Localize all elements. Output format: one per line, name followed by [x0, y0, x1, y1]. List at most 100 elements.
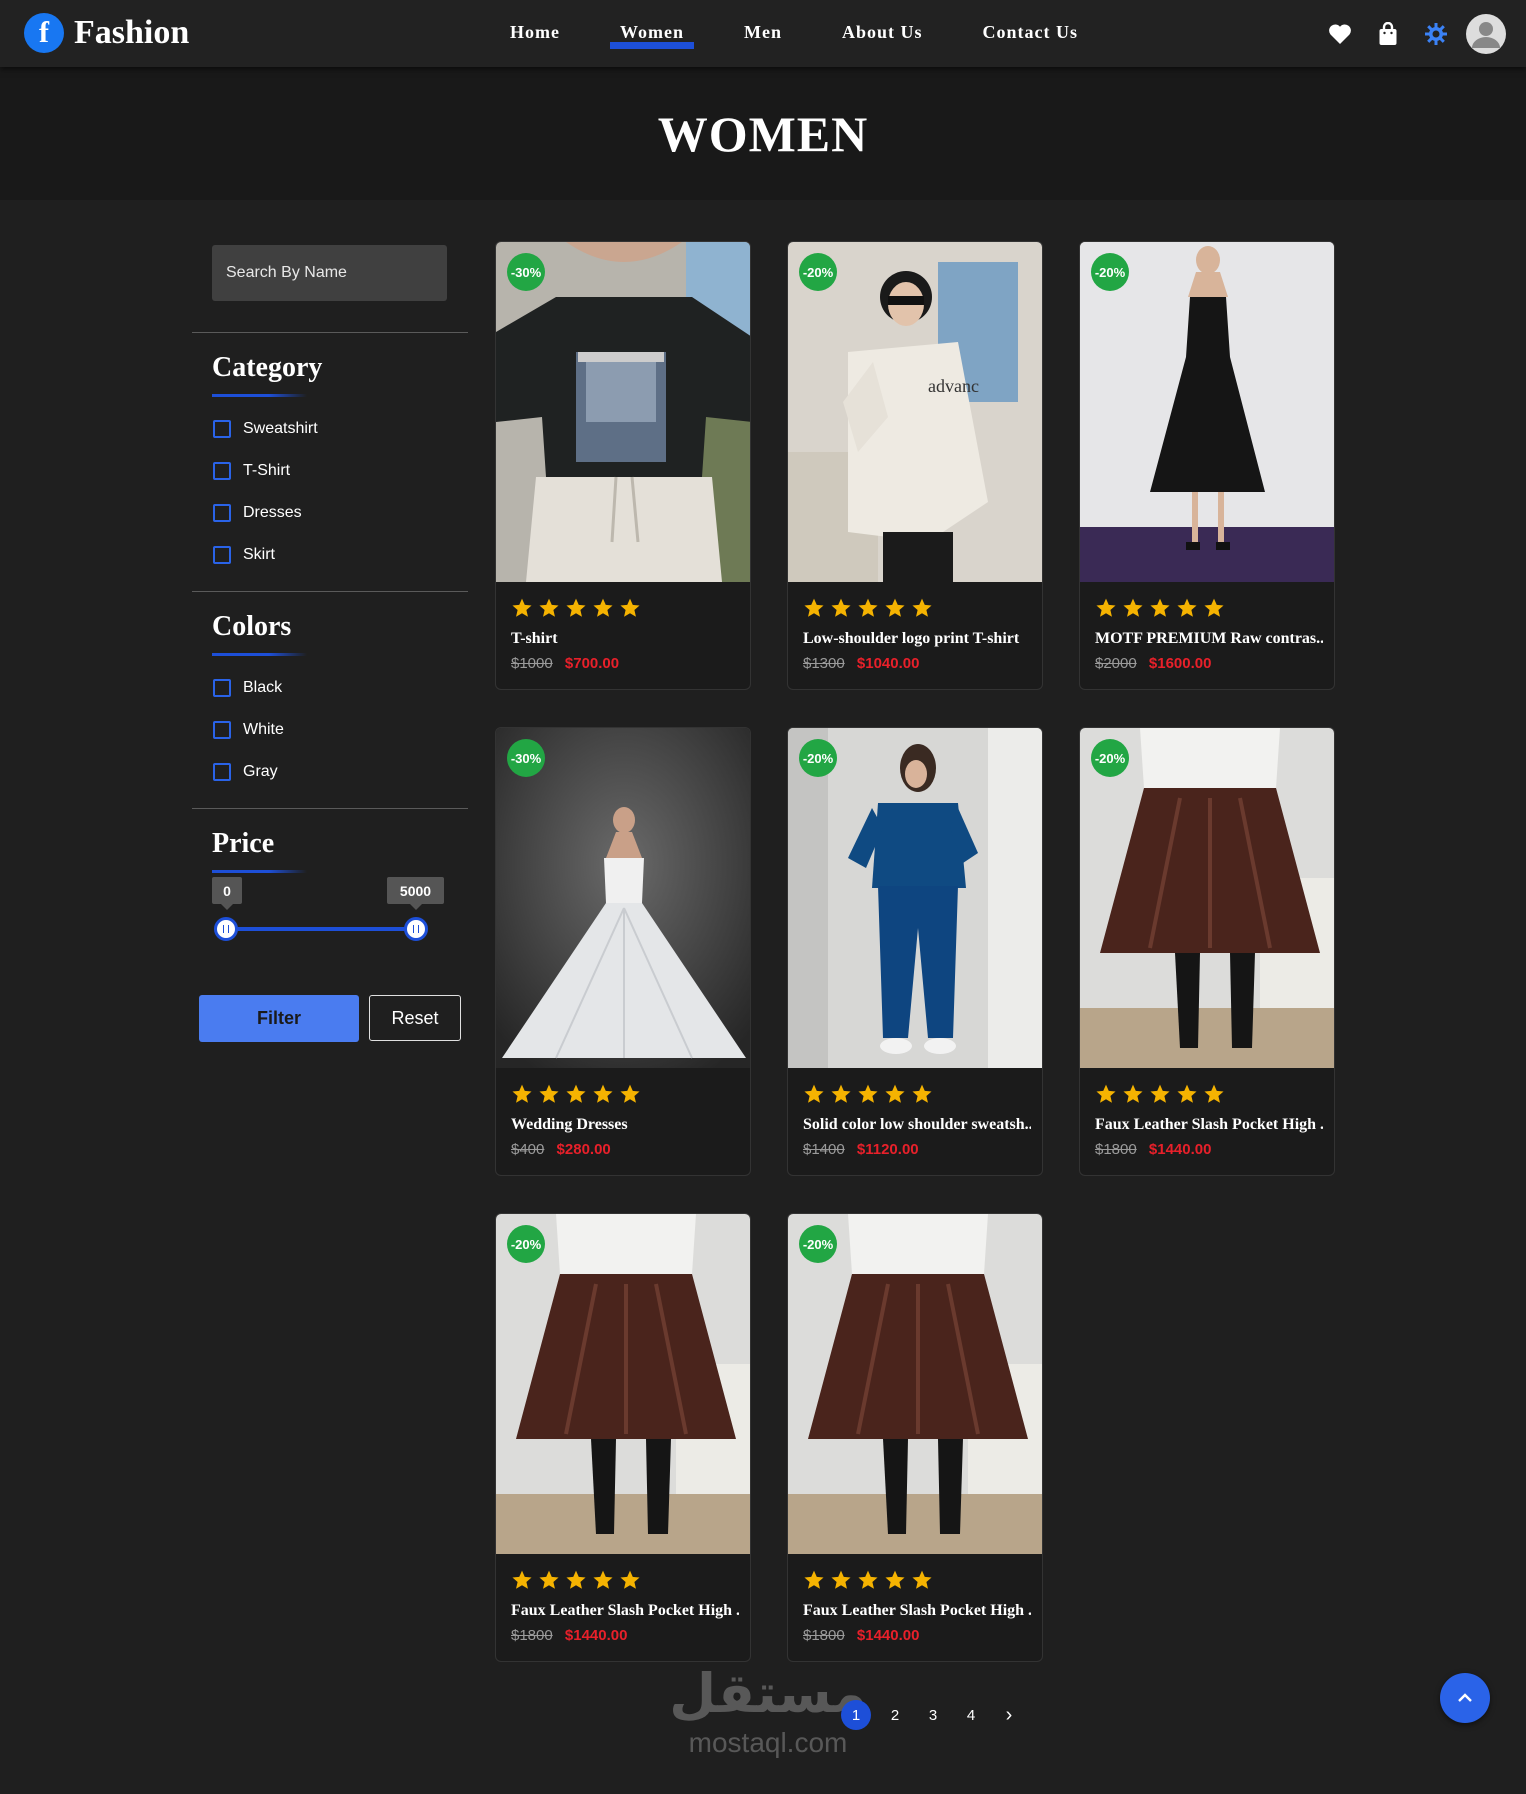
rating-stars	[511, 1569, 646, 1596]
color-option-gray[interactable]: Gray	[213, 763, 278, 781]
price-slider-track[interactable]	[226, 927, 416, 931]
product-name[interactable]: Faux Leather Slash Pocket High ...	[803, 1602, 1031, 1620]
product-card[interactable]: -20% Faux Leather Slash Pocket High ... …	[787, 1213, 1043, 1662]
category-option-skirt[interactable]: Skirt	[213, 546, 275, 564]
discount-badge: -20%	[799, 253, 837, 291]
star-icon	[565, 1569, 592, 1596]
price-max-tooltip: 5000	[387, 877, 444, 910]
nav-about-us[interactable]: About Us	[832, 20, 933, 45]
star-icon	[592, 1083, 619, 1110]
nav-women[interactable]: Women	[609, 20, 695, 49]
category-option-dresses[interactable]: Dresses	[213, 504, 302, 522]
product-image[interactable]: -20%	[788, 728, 1042, 1068]
checkbox[interactable]	[213, 546, 231, 564]
star-icon	[592, 597, 619, 624]
star-icon	[857, 597, 884, 624]
star-icon	[1176, 1083, 1203, 1110]
nav-home[interactable]: Home	[500, 20, 570, 45]
product-image[interactable]: -20%	[788, 1214, 1042, 1554]
product-name[interactable]: T-shirt	[511, 630, 739, 648]
checkbox[interactable]	[213, 462, 231, 480]
shopping-bag-icon[interactable]	[1368, 14, 1408, 54]
product-image[interactable]: -20%	[496, 1214, 750, 1554]
chevron-up-icon	[1458, 1693, 1472, 1702]
category-option-sweatshirt[interactable]: Sweatshirt	[213, 420, 318, 438]
product-card[interactable]: -30% T-shirt $1000 $700.00	[495, 241, 751, 690]
brand-logo[interactable]: f Fashion	[24, 13, 189, 53]
category-option-tshirt[interactable]: T-Shirt	[213, 462, 290, 480]
old-price: $2000	[1095, 655, 1137, 672]
next-page-chevron-icon[interactable]: ›	[994, 1700, 1024, 1730]
page-4[interactable]: 4	[956, 1700, 986, 1730]
star-icon	[803, 1569, 830, 1596]
product-card[interactable]: -20% Solid color low shoulder sweatsh...…	[787, 727, 1043, 1176]
reset-button[interactable]: Reset	[369, 995, 461, 1041]
sale-price: $1440.00	[1148, 1141, 1212, 1158]
discount-badge: -30%	[507, 253, 545, 291]
title-underline	[212, 870, 307, 873]
product-image[interactable]: -30%	[496, 728, 750, 1068]
product-name[interactable]: Wedding Dresses	[511, 1116, 739, 1134]
product-image[interactable]: -20%	[1080, 242, 1334, 582]
page-3[interactable]: 3	[918, 1700, 948, 1730]
star-icon	[830, 597, 857, 624]
nav-contact-us[interactable]: Contact Us	[973, 20, 1089, 45]
star-icon	[803, 1083, 830, 1110]
price-title: Price	[212, 828, 275, 859]
brand-name: Fashion	[74, 14, 190, 51]
page-2[interactable]: 2	[880, 1700, 910, 1730]
checkbox-label: Skirt	[243, 546, 275, 563]
product-card[interactable]: -20% MOTF PREMIUM Raw contras... $2000 $…	[1079, 241, 1335, 690]
page-1[interactable]: 1	[841, 1700, 871, 1730]
product-name[interactable]: Solid color low shoulder sweatsh...	[803, 1116, 1031, 1134]
product-card[interactable]: -20% Faux Leather Slash Pocket High ... …	[495, 1213, 751, 1662]
star-icon	[911, 597, 938, 624]
heart-icon[interactable]	[1320, 14, 1360, 54]
checkbox-label: Black	[243, 679, 283, 696]
divider	[192, 591, 468, 592]
search-input[interactable]	[212, 245, 447, 301]
product-name[interactable]: Faux Leather Slash Pocket High ...	[1095, 1116, 1323, 1134]
checkbox[interactable]	[213, 420, 231, 438]
price-max-handle[interactable]	[404, 917, 428, 941]
product-card[interactable]: -30% Wedding Dresses $400 $280.00	[495, 727, 751, 1176]
user-avatar[interactable]	[1466, 14, 1506, 54]
checkbox[interactable]	[213, 721, 231, 739]
checkbox[interactable]	[213, 679, 231, 697]
sale-price: $1440.00	[856, 1627, 920, 1644]
star-icon	[619, 1083, 646, 1110]
checkbox[interactable]	[213, 763, 231, 781]
price-min-tooltip: 0	[212, 877, 242, 910]
sale-price: $700.00	[564, 655, 620, 672]
product-name[interactable]: Faux Leather Slash Pocket High ...	[511, 1602, 739, 1620]
page-hero: WOMEN	[0, 67, 1526, 200]
star-icon	[511, 1083, 538, 1110]
old-price: $1800	[1095, 1141, 1137, 1158]
main-menu: Home Women Men About Us Contact Us	[500, 20, 1128, 49]
product-name[interactable]: Low-shoulder logo print T-shirt	[803, 630, 1031, 648]
product-image[interactable]: advanc -20%	[788, 242, 1042, 582]
old-price: $1000	[511, 655, 553, 672]
colors-title: Colors	[212, 611, 292, 642]
product-image[interactable]: -20%	[1080, 728, 1334, 1068]
nav-men[interactable]: Men	[734, 20, 792, 45]
filter-button[interactable]: Filter	[199, 995, 359, 1042]
rating-stars	[803, 1569, 938, 1596]
product-card[interactable]: advanc -20% Low-shoulder logo print T-sh…	[787, 241, 1043, 690]
product-card[interactable]: -20% Faux Leather Slash Pocket High ... …	[1079, 727, 1335, 1176]
product-image[interactable]: -30%	[496, 242, 750, 582]
star-icon	[511, 597, 538, 624]
color-option-black[interactable]: Black	[213, 679, 282, 697]
theme-gear-icon[interactable]	[1416, 14, 1456, 54]
star-icon	[1095, 1083, 1122, 1110]
old-price: $1300	[803, 655, 845, 672]
price-min-handle[interactable]	[214, 917, 238, 941]
product-name[interactable]: MOTF PREMIUM Raw contras...	[1095, 630, 1323, 648]
checkbox[interactable]	[213, 504, 231, 522]
star-icon	[857, 1083, 884, 1110]
discount-badge: -20%	[799, 1225, 837, 1263]
star-icon	[1203, 597, 1230, 624]
back-to-top-button[interactable]	[1440, 1673, 1490, 1723]
page-title: WOMEN	[657, 105, 869, 162]
color-option-white[interactable]: White	[213, 721, 284, 739]
